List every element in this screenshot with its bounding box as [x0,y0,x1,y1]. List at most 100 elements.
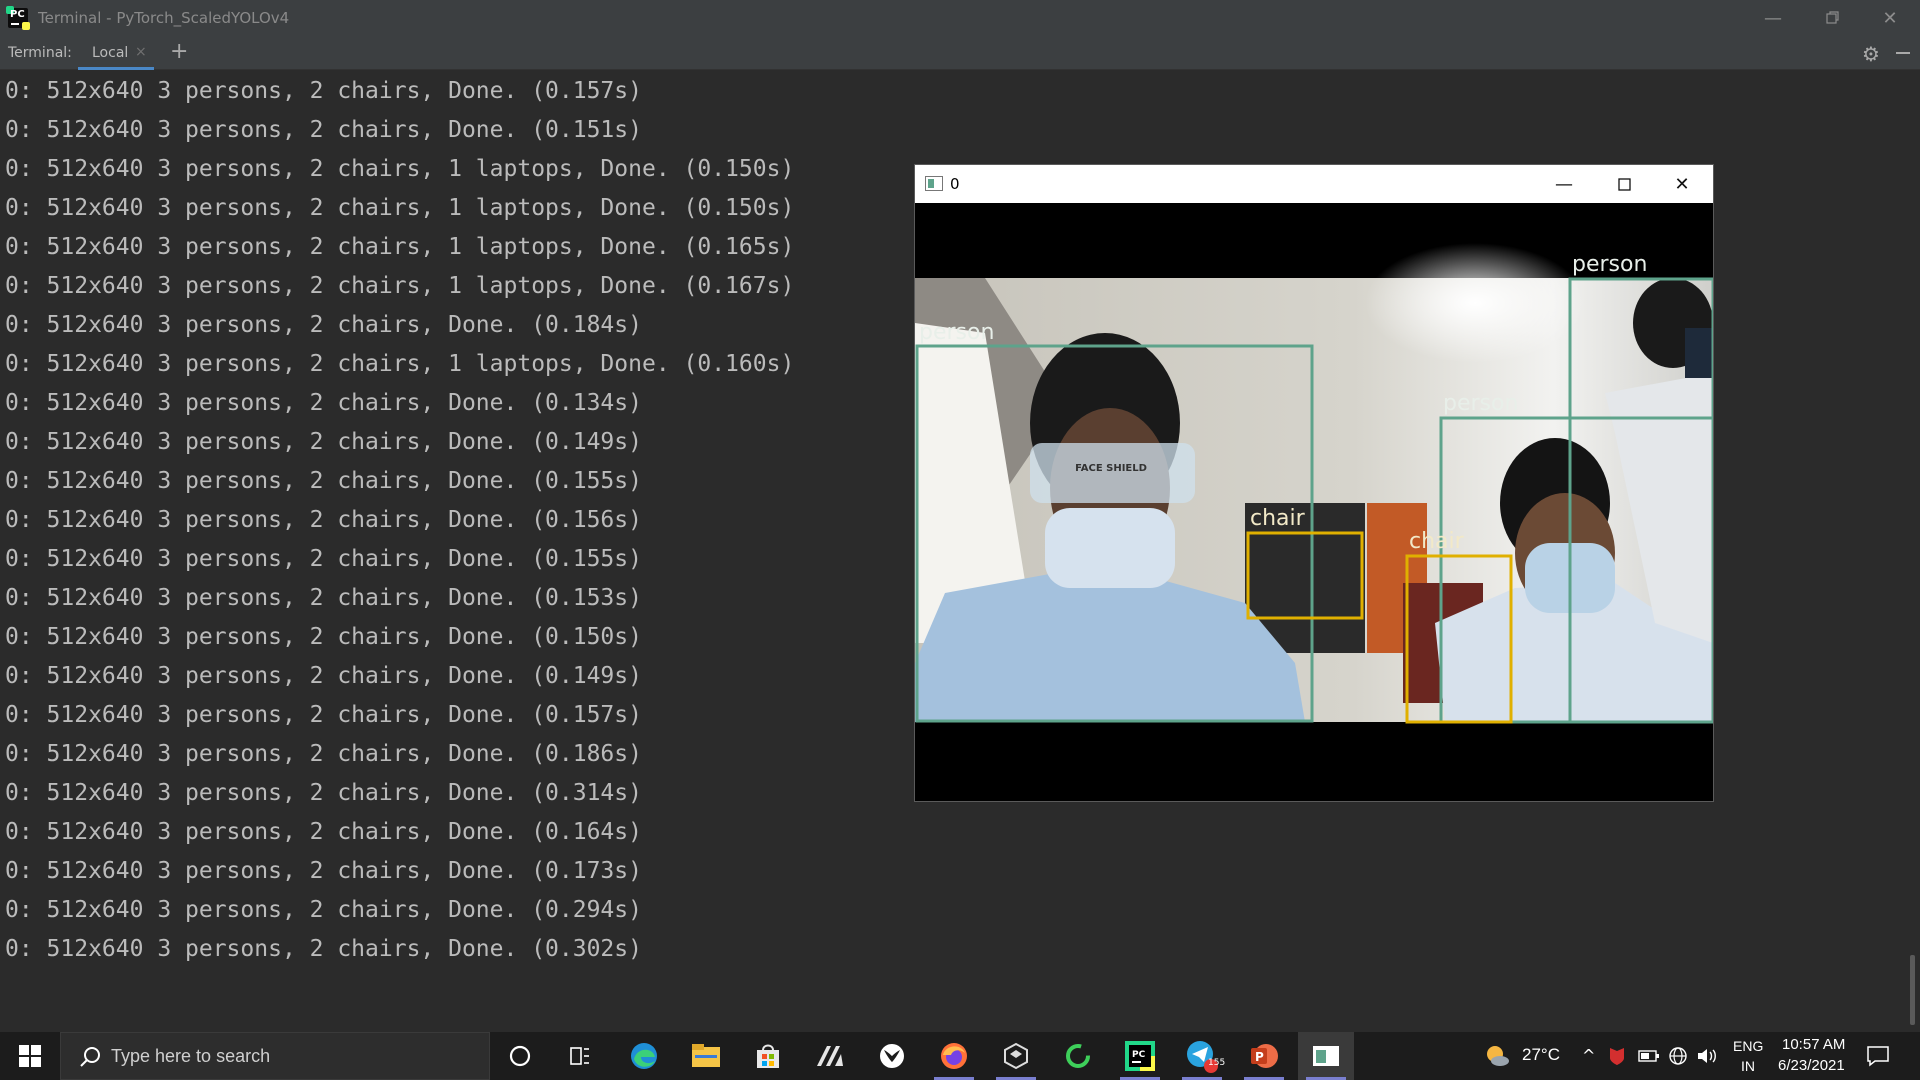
minimize-icon: — [1555,173,1573,195]
terminal-line: 0: 512x640 3 persons, 2 chairs, Done. (0… [5,585,642,611]
detection-image: FACE SHIELD person person person chair c… [915,203,1713,801]
camera-frame: FACE SHIELD [915,243,1713,722]
opencv-maximize-button[interactable] [1595,165,1653,203]
edge-button[interactable] [616,1032,672,1080]
terminal-line: 0: 512x640 3 persons, 2 chairs, Done. (0… [5,117,642,143]
opencv-title-bar[interactable]: 0 — ✕ [915,165,1713,203]
opencv-window-button[interactable] [1298,1032,1354,1080]
terminal-line: 0: 512x640 3 persons, 2 chairs, 1 laptop… [5,195,795,221]
weather-temperature[interactable]: 27°C [1522,1045,1560,1065]
svg-text:PC: PC [1132,1050,1146,1060]
circle-app-icon [1066,1044,1090,1068]
restore-button[interactable] [1803,0,1863,36]
restore-icon [1826,11,1839,24]
task-view-button[interactable] [552,1032,608,1080]
search-box[interactable]: Type here to search [60,1032,490,1080]
tab-label: Local [92,45,129,61]
terminal-line: 0: 512x640 3 persons, 2 chairs, Done. (0… [5,741,642,767]
firefox-button[interactable] [926,1032,982,1080]
minimize-icon: — [1764,7,1782,29]
battery-icon[interactable] [1638,1049,1660,1063]
opencv-window-icon [925,176,943,191]
terminal-line: 0: 512x640 3 persons, 2 chairs, Done. (0… [5,663,642,689]
clock-date[interactable]: 6/23/2021 [1778,1057,1845,1074]
tab-close-icon[interactable]: × [135,44,147,60]
pycharm-icon: PC [6,6,30,30]
opencv-minimize-button[interactable]: — [1535,165,1593,203]
terminal-line: 0: 512x640 3 persons, 2 chairs, Done. (0… [5,624,642,650]
window-title: Terminal - PyTorch_ScaledYOLOv4 [38,9,290,27]
close-icon: ✕ [1674,173,1690,195]
opencv-window-icon [1313,1046,1339,1066]
terminal-line: 0: 512x640 3 persons, 2 chairs, Done. (0… [5,78,642,104]
notification-icon[interactable] [1866,1044,1890,1068]
terminal-line: 0: 512x640 3 persons, 2 chairs, Done. (0… [5,936,642,962]
weather-icon [1487,1046,1509,1066]
close-button[interactable]: ✕ [1860,0,1920,36]
terminal-line: 0: 512x640 3 persons, 2 chairs, Done. (0… [5,468,642,494]
terminal-line: 0: 512x640 3 persons, 2 chairs, Done. (0… [5,390,642,416]
terminal-line: 0: 512x640 3 persons, 2 chairs, Done. (0… [5,507,642,533]
app-icon [817,1046,843,1066]
network-globe-icon[interactable] [1668,1046,1688,1066]
terminal-line: 0: 512x640 3 persons, 2 chairs, Done. (0… [5,897,642,923]
store-icon [757,1044,779,1068]
app-button[interactable] [802,1032,858,1080]
taskbar: Type here to search PC 155 P 27°C ^ ENG … [0,1032,1920,1080]
title-bar: PC Terminal - PyTorch_ScaledYOLOv4 — ✕ [0,0,1920,36]
terminal-line: 0: 512x640 3 persons, 2 chairs, 1 laptop… [5,234,795,260]
powerpoint-button[interactable]: P [1236,1032,1292,1080]
cortana-button[interactable] [492,1032,548,1080]
powerpoint-icon: P [1251,1044,1278,1068]
chevron-up-icon[interactable]: ^ [1582,1046,1595,1065]
pycharm-button[interactable]: PC [1112,1032,1168,1080]
xbox-button[interactable] [864,1032,920,1080]
edge-icon [631,1043,657,1069]
bbox-label-person: person [919,320,994,345]
unity-icon [1004,1042,1028,1070]
terminal-line: 0: 512x640 3 persons, 2 chairs, Done. (0… [5,858,642,884]
close-icon: ✕ [1882,7,1898,29]
terminal-line: 0: 512x640 3 persons, 2 chairs, Done. (0… [5,780,642,806]
minimize-button[interactable]: — [1743,0,1803,36]
tab-local[interactable]: Local × [78,36,154,70]
telegram-badge: 155 [1208,1058,1226,1068]
gear-icon[interactable]: ⚙ [1862,42,1880,66]
terminal-line: 0: 512x640 3 persons, 2 chairs, Done. (0… [5,546,642,572]
firefox-icon [941,1043,967,1069]
terminal-toolbar: Terminal: Local × + ⚙ [0,36,1920,70]
telegram-button[interactable]: 155 [1174,1032,1230,1080]
language-region[interactable]: IN [1741,1058,1755,1074]
terminal-line: 0: 512x640 3 persons, 2 chairs, 1 laptop… [5,156,795,182]
minus-icon[interactable] [1896,52,1910,54]
file-explorer-button[interactable] [678,1032,734,1080]
terminal-line: 0: 512x640 3 persons, 2 chairs, Done. (0… [5,429,642,455]
terminal-line: 0: 512x640 3 persons, 2 chairs, Done. (0… [5,312,642,338]
xbox-icon [880,1044,904,1068]
scrollbar-thumb[interactable] [1910,955,1915,1025]
opencv-window-title: 0 [950,175,960,193]
maximize-icon [1617,177,1631,191]
bbox-label-chair: chair [1409,529,1465,554]
unity-button[interactable] [988,1032,1044,1080]
volume-icon[interactable] [1696,1046,1718,1066]
pycharm-icon: PC [1125,1041,1155,1071]
start-button[interactable] [0,1032,60,1080]
opencv-close-button[interactable]: ✕ [1653,165,1711,203]
circle-app-button[interactable] [1050,1032,1106,1080]
search-placeholder: Type here to search [111,1046,271,1066]
file-explorer-icon [692,1044,720,1067]
bbox-label-chair: chair [1250,506,1306,531]
windows-start-icon [19,1045,41,1067]
opencv-window[interactable]: 0 — ✕ FACE SHIELD person person person c… [914,164,1714,802]
terminal-line: 0: 512x640 3 persons, 2 chairs, Done. (0… [5,702,642,728]
terminal-line: 0: 512x640 3 persons, 2 chairs, 1 laptop… [5,273,795,299]
clock-time[interactable]: 10:57 AM [1782,1036,1845,1053]
antivirus-icon[interactable] [1608,1046,1626,1066]
plus-icon[interactable]: + [170,39,188,64]
language-indicator[interactable]: ENG [1733,1038,1763,1054]
bbox-label-person: person [1443,391,1518,416]
store-button[interactable] [740,1032,796,1080]
face-shield-text: FACE SHIELD [1075,463,1147,474]
svg-text:P: P [1255,1050,1264,1064]
